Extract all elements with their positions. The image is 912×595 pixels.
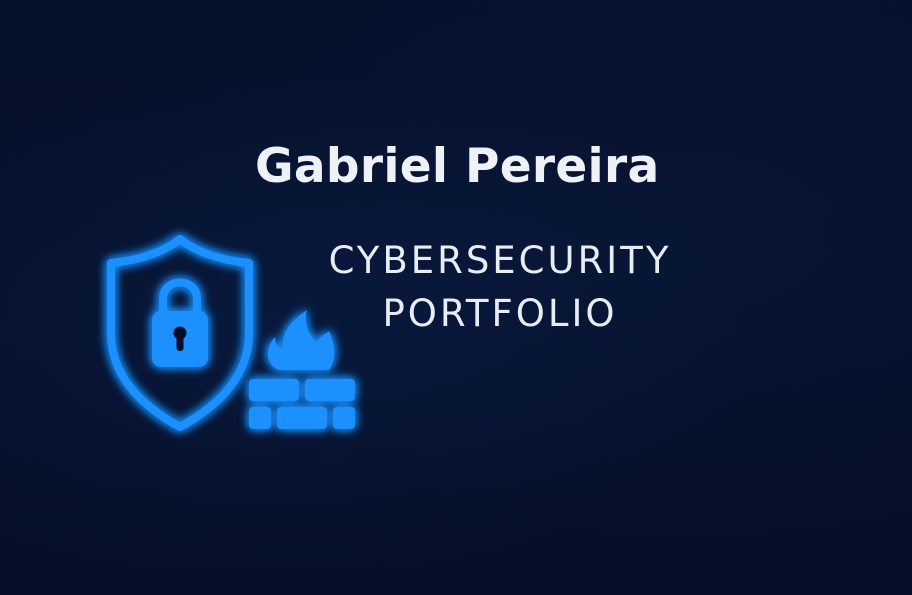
emblem-graphic [107, 235, 355, 431]
page-title: Gabriel Pereira [255, 139, 660, 194]
security-emblem [95, 225, 375, 450]
brick-wall-icon [249, 379, 355, 429]
padlock-icon [152, 278, 208, 367]
flame-icon [267, 310, 335, 370]
portfolio-cover: Gabriel Pereira CYBERSECURITY PORTFOLIO [0, 0, 912, 595]
